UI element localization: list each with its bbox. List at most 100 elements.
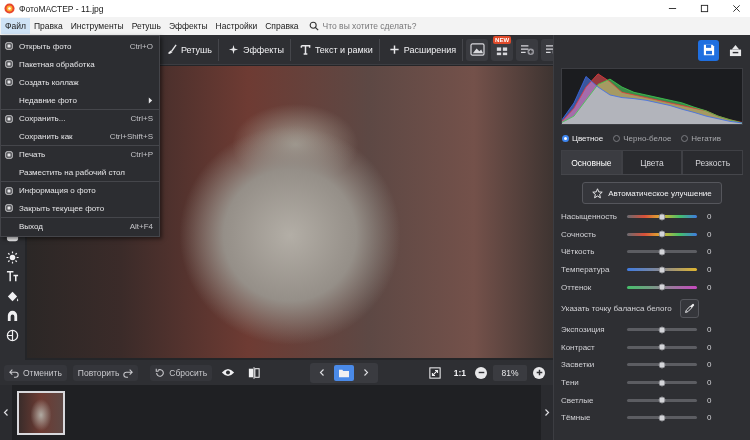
menu-item[interactable]: Разместить на рабочий стол bbox=[1, 163, 159, 181]
slider-value: 0 bbox=[703, 265, 743, 274]
slider-label: Насыщенность bbox=[561, 212, 621, 221]
menu-item[interactable]: Информация о фото bbox=[1, 181, 159, 199]
compare-button[interactable] bbox=[244, 363, 264, 383]
filmstrip-right-button[interactable] bbox=[541, 385, 553, 440]
preview-button[interactable] bbox=[218, 363, 238, 383]
menu-bar-item[interactable]: Ретушь bbox=[128, 18, 165, 34]
text-tool[interactable] bbox=[0, 267, 25, 287]
close-button[interactable] bbox=[722, 0, 750, 17]
list-remove-icon bbox=[545, 43, 553, 56]
menu-item[interactable]: Закрыть текущее фото bbox=[1, 199, 159, 217]
slider-knob[interactable] bbox=[659, 379, 666, 386]
menu-item-icon bbox=[5, 60, 13, 68]
eyedropper-button[interactable] bbox=[680, 299, 699, 318]
presets-button[interactable] bbox=[541, 39, 553, 61]
color-mode-radio[interactable]: Цветное bbox=[562, 134, 603, 143]
slider[interactable] bbox=[627, 360, 697, 369]
stamp-tool[interactable] bbox=[0, 306, 25, 326]
toolbar-tab[interactable]: Расширения bbox=[383, 39, 463, 61]
zoom-in-button[interactable] bbox=[533, 367, 545, 379]
next-photo-button[interactable] bbox=[358, 365, 374, 381]
menu-item[interactable]: ПечатьCtrl+P bbox=[1, 145, 159, 163]
redo-button[interactable]: Повторить bbox=[73, 365, 139, 381]
command-search[interactable]: Что вы хотите сделать? bbox=[309, 21, 417, 31]
color-mode-radio[interactable]: Негатив bbox=[681, 134, 721, 143]
toolbar-tab[interactable]: Ретушь bbox=[160, 39, 219, 61]
menu-item-label: Сохранить... bbox=[19, 114, 125, 123]
image-icon bbox=[470, 43, 485, 56]
slider[interactable] bbox=[627, 212, 697, 221]
fill-tool[interactable] bbox=[0, 287, 25, 307]
filmstrip-left-button[interactable] bbox=[0, 385, 12, 440]
menu-item[interactable]: ВыходAlt+F4 bbox=[1, 217, 159, 235]
menu-item-label: Печать bbox=[19, 150, 125, 159]
reset-icon bbox=[155, 368, 165, 378]
radio-label: Цветное bbox=[572, 134, 603, 143]
slider-value: 0 bbox=[703, 413, 743, 422]
menu-item[interactable]: Пакетная обработка bbox=[1, 55, 159, 73]
slider-knob[interactable] bbox=[659, 344, 666, 351]
slider-knob[interactable] bbox=[659, 248, 666, 255]
menu-bar-item[interactable]: Правка bbox=[30, 18, 67, 34]
light-tool[interactable] bbox=[0, 248, 25, 268]
slider[interactable] bbox=[627, 396, 697, 405]
slider-knob[interactable] bbox=[659, 326, 666, 333]
slider[interactable] bbox=[627, 325, 697, 334]
image-button[interactable] bbox=[466, 39, 488, 61]
zoom-field[interactable]: 81% bbox=[493, 365, 527, 381]
fit-to-screen-button[interactable] bbox=[425, 363, 445, 383]
panel-tab[interactable]: Резкость bbox=[682, 150, 743, 174]
slider-value: 0 bbox=[703, 325, 743, 334]
slider[interactable] bbox=[627, 378, 697, 387]
menu-bar-item[interactable]: Эффекты bbox=[165, 18, 212, 34]
panel-tab[interactable]: Основные bbox=[561, 150, 622, 174]
menu-bar-item[interactable]: Файл bbox=[1, 18, 30, 34]
menu-bar-item[interactable]: Настройки bbox=[212, 18, 262, 34]
slider[interactable] bbox=[627, 283, 697, 292]
panel-tab[interactable]: Цвета bbox=[622, 150, 683, 174]
maximize-button[interactable] bbox=[690, 0, 718, 17]
reset-button[interactable]: Сбросить bbox=[150, 365, 212, 381]
slider-knob[interactable] bbox=[659, 414, 666, 421]
menu-item[interactable]: Сохранить какCtrl+Shift+S bbox=[1, 127, 159, 145]
thumbnail[interactable] bbox=[17, 391, 65, 435]
photo-navigation bbox=[310, 363, 378, 383]
menu-item[interactable]: Создать коллаж bbox=[1, 73, 159, 91]
undo-button[interactable]: Отменить bbox=[4, 365, 67, 381]
slider-knob[interactable] bbox=[659, 231, 666, 238]
menu-item-shortcut: Ctrl+Shift+S bbox=[110, 132, 153, 141]
menu-bar-item[interactable]: Инструменты bbox=[67, 18, 128, 34]
share-button[interactable] bbox=[726, 40, 744, 61]
slider[interactable] bbox=[627, 343, 697, 352]
slider-knob[interactable] bbox=[659, 361, 666, 368]
color-mode-radio[interactable]: Черно-белое bbox=[613, 134, 671, 143]
zoom-out-button[interactable] bbox=[475, 367, 487, 379]
previous-photo-button[interactable] bbox=[314, 365, 330, 381]
open-folder-button[interactable] bbox=[334, 365, 354, 381]
auto-enhance-button[interactable]: Автоматическое улучшение bbox=[582, 182, 722, 204]
slider-knob[interactable] bbox=[659, 213, 666, 220]
menu-item[interactable]: Сохранить...Ctrl+S bbox=[1, 109, 159, 127]
minimize-button[interactable] bbox=[658, 0, 686, 17]
slider-row: Оттенок0 bbox=[561, 278, 743, 296]
toolbar-tab[interactable]: Эффекты bbox=[222, 39, 291, 61]
slider[interactable] bbox=[627, 413, 697, 422]
menu-bar-item[interactable]: Справка bbox=[261, 18, 302, 34]
slider-knob[interactable] bbox=[659, 397, 666, 404]
slider-knob[interactable] bbox=[659, 284, 666, 291]
slider-knob[interactable] bbox=[659, 266, 666, 273]
menu-item[interactable]: Открыть фотоCtrl+O bbox=[1, 37, 159, 55]
save-button[interactable] bbox=[698, 40, 719, 61]
sun-icon bbox=[6, 251, 19, 264]
toolbar-tab[interactable]: Текст и рамки bbox=[294, 39, 380, 61]
slider[interactable] bbox=[627, 265, 697, 274]
menu-item[interactable]: Недавние фото bbox=[1, 91, 159, 109]
actual-size-button[interactable]: 1:1 bbox=[451, 368, 469, 378]
color-mode-group: Цветное Черно-белое Негатив bbox=[554, 125, 750, 150]
mask-tool[interactable] bbox=[0, 326, 25, 346]
slider-row: Светлые0 bbox=[561, 391, 743, 409]
layers-button[interactable] bbox=[516, 39, 538, 61]
slider[interactable] bbox=[627, 230, 697, 239]
new-feature-button[interactable]: NEW bbox=[491, 39, 513, 61]
slider[interactable] bbox=[627, 247, 697, 256]
